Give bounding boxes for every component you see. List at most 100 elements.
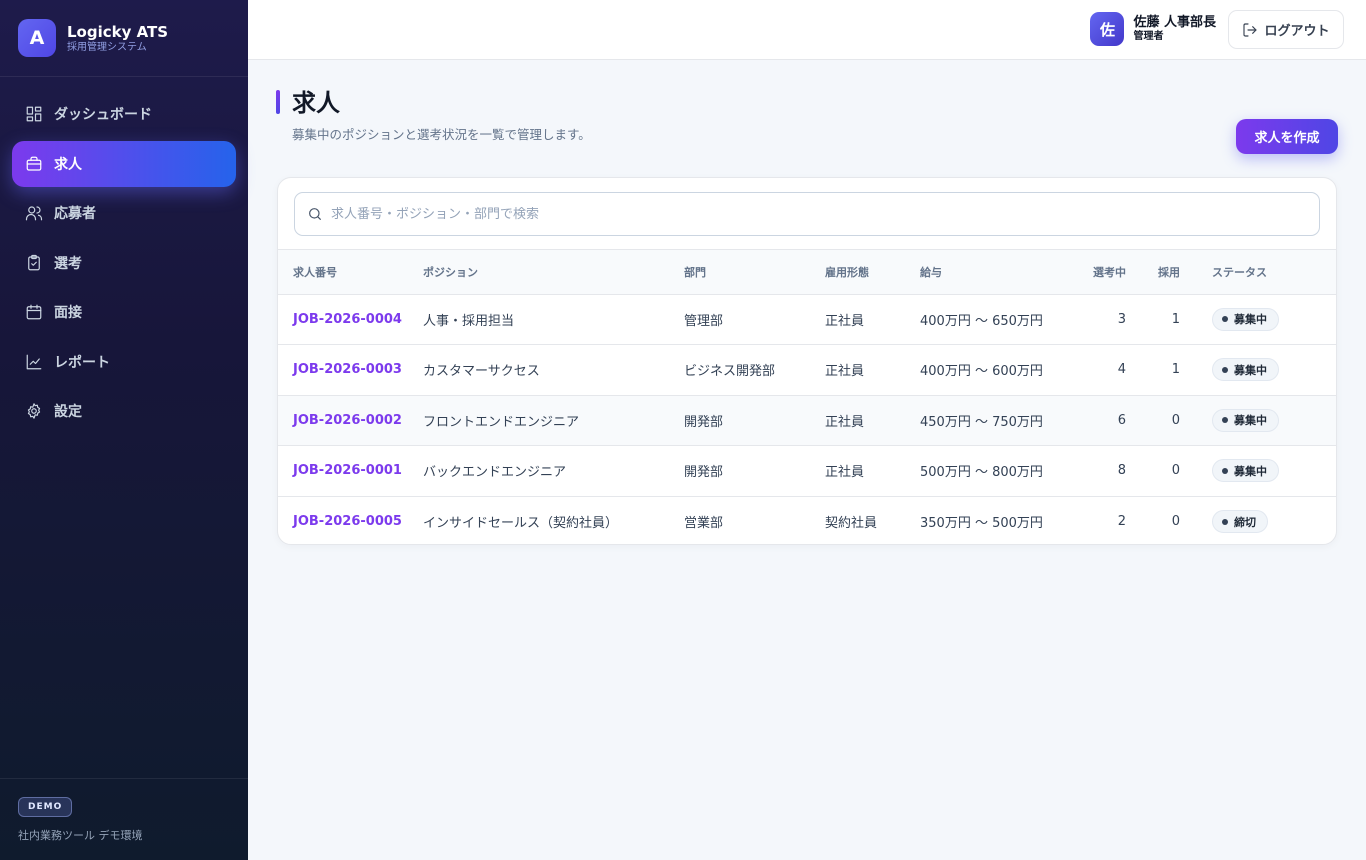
user-profile[interactable]: 佐 佐藤 人事部長 管理者 [1090, 12, 1216, 46]
sidebar-item-selection[interactable]: 選考 [12, 240, 236, 286]
job-id-link[interactable]: JOB-2026-0001 [293, 463, 402, 478]
clipboard-icon [28, 254, 40, 270]
hired-count: 0 [1126, 445, 1180, 497]
table-row[interactable]: JOB-2026-0005 インサイドセールス（契約社員） 営業部 契約社員 3… [278, 496, 1336, 544]
job-id-link[interactable]: JOB-2026-0005 [293, 514, 402, 529]
page-header: 求人 募集中のポジションと選考状況を一覧で管理します。 [276, 88, 591, 143]
avatar: 佐 [1090, 12, 1125, 46]
briefcase-icon [26, 156, 42, 171]
sidebar-item-label: 面接 [54, 305, 82, 321]
in-process-count: 6 [1060, 395, 1126, 446]
sidebar-item-interviews[interactable]: 面接 [12, 289, 236, 335]
salary-cell: 350万円 〜 500万円 [920, 516, 1043, 531]
sidebar-nav: ダッシュボード 求人 応募者 選考 面接 レポート 設定 [0, 77, 248, 452]
table-row[interactable]: JOB-2026-0002 フロントエンドエンジニア 開発部 正社員 450万円… [278, 395, 1336, 446]
user-role: 管理者 [1133, 31, 1164, 42]
column-header-status[interactable]: ステータス [1180, 250, 1336, 295]
job-id-link[interactable]: JOB-2026-0003 [293, 362, 402, 377]
status-badge: 募集中 [1212, 307, 1279, 331]
table-row[interactable]: JOB-2026-0001 バックエンドエンジニア 開発部 正社員 500万円 … [278, 445, 1336, 497]
position-cell: フロントエンドエンジニア [423, 395, 684, 446]
sidebar-item-jobs[interactable]: 求人 [12, 140, 236, 187]
search-box[interactable] [294, 192, 1320, 236]
gear-icon [27, 403, 41, 419]
department-cell: 管理部 [684, 294, 825, 345]
employment-type-cell: 正社員 [825, 445, 920, 497]
column-header-in-process[interactable]: 選考中 [1060, 250, 1126, 295]
brand-subtitle: 採用管理システム [67, 41, 147, 53]
in-process-count: 2 [1117, 514, 1126, 529]
sidebar-item-label: 選考 [54, 255, 82, 272]
in-process-count: 4 [1060, 344, 1126, 396]
create-job-button[interactable]: 求人を作成 [1236, 119, 1338, 154]
sidebar-item-label: 設定 [54, 404, 82, 420]
sidebar-item-label: 応募者 [54, 206, 96, 222]
top-bar: 佐 佐藤 人事部長 管理者 ログアウト [248, 0, 1366, 60]
column-header-salary[interactable]: 給与 [920, 250, 1060, 295]
logout-icon [1243, 22, 1258, 37]
environment-note: 社内業務ツール デモ環境 [18, 829, 143, 842]
page-subtitle: 募集中のポジションと選考状況を一覧で管理します。 [292, 127, 591, 142]
status-dot [1222, 366, 1228, 373]
salary-cell: 500万円 〜 800万円 [920, 445, 1060, 497]
sidebar-item-dashboard[interactable]: ダッシュボード [12, 91, 236, 137]
table-row[interactable]: JOB-2026-0004 人事・採用担当 管理部 正社員 400万円 〜 65… [278, 294, 1336, 345]
hired-count: 0 [1126, 395, 1180, 446]
chart-icon [26, 354, 42, 369]
brand[interactable]: A Logicky ATS 採用管理システム [0, 0, 248, 77]
column-header-employment-type[interactable]: 雇用形態 [825, 250, 920, 295]
job-id-link[interactable]: JOB-2026-0004 [293, 312, 402, 327]
employment-type-cell: 契約社員 [825, 516, 878, 531]
column-header-hired[interactable]: 採用 [1126, 250, 1180, 295]
employment-type-cell: 正社員 [825, 395, 920, 446]
demo-badge: DEMO [18, 797, 73, 817]
search-input[interactable] [331, 206, 1291, 222]
table-header-row: 求人番号 ポジション 部門 雇用形態 給与 選考中 採用 ステータス [278, 250, 1336, 295]
status-badge: 募集中 [1212, 358, 1279, 382]
logout-button[interactable]: ログアウト [1228, 10, 1344, 49]
status-badge: 募集中 [1212, 459, 1279, 483]
status-dot [1222, 417, 1228, 424]
sidebar-item-label: ダッシュボード [54, 107, 152, 123]
position-cell: バックエンドエンジニア [423, 445, 684, 497]
column-header-department[interactable]: 部門 [684, 250, 825, 295]
salary-cell: 400万円 〜 650万円 [920, 294, 1060, 345]
position-cell: カスタマーサクセス [423, 344, 684, 396]
sidebar-item-reports[interactable]: レポート [12, 339, 236, 385]
title-accent-bar [276, 90, 280, 114]
status-badge: 締切 [1212, 510, 1268, 533]
search-icon [309, 208, 321, 220]
job-id-link[interactable]: JOB-2026-0002 [293, 413, 402, 428]
users-icon [25, 206, 43, 221]
jobs-table: 求人番号 ポジション 部門 雇用形態 給与 選考中 採用 ステータス JOB-2… [278, 250, 1336, 544]
column-header-job-id[interactable]: 求人番号 [278, 250, 423, 295]
status-dot [1222, 316, 1228, 323]
hired-count: 1 [1126, 344, 1180, 396]
position-cell: 人事・採用担当 [423, 294, 684, 345]
status-dot [1222, 467, 1228, 474]
table-row[interactable]: JOB-2026-0003 カスタマーサクセス ビジネス開発部 正社員 400万… [278, 344, 1336, 396]
hired-count: 1 [1126, 294, 1180, 345]
department-cell: 営業部 [684, 516, 724, 531]
status-dot [1222, 518, 1228, 525]
calendar-icon [26, 304, 42, 320]
sidebar: A Logicky ATS 採用管理システム ダッシュボード 求人 応募者 選考… [0, 0, 248, 860]
column-header-position[interactable]: ポジション [423, 250, 684, 295]
department-cell: 開発部 [684, 395, 825, 446]
sidebar-item-settings[interactable]: 設定 [12, 388, 236, 434]
page-title: 求人 [292, 89, 340, 117]
sidebar-footer: DEMO 社内業務ツール デモ環境 [0, 778, 248, 860]
user-name: 佐藤 人事部長 [1133, 15, 1216, 30]
department-cell: 開発部 [684, 445, 825, 497]
in-process-count: 8 [1060, 445, 1126, 497]
salary-cell: 400万円 〜 600万円 [920, 344, 1060, 396]
sidebar-item-applicants[interactable]: 応募者 [12, 190, 236, 236]
jobs-card: 求人番号 ポジション 部門 雇用形態 給与 選考中 採用 ステータス JOB-2… [277, 177, 1337, 545]
position-cell: インサイドセールス（契約社員） [423, 516, 619, 531]
hired-count: 0 [1171, 514, 1180, 529]
sidebar-item-label: レポート [54, 354, 110, 371]
in-process-count: 3 [1060, 294, 1126, 345]
logout-label: ログアウト [1264, 24, 1330, 39]
dashboard-icon [26, 106, 42, 122]
salary-cell: 450万円 〜 750万円 [920, 395, 1060, 446]
